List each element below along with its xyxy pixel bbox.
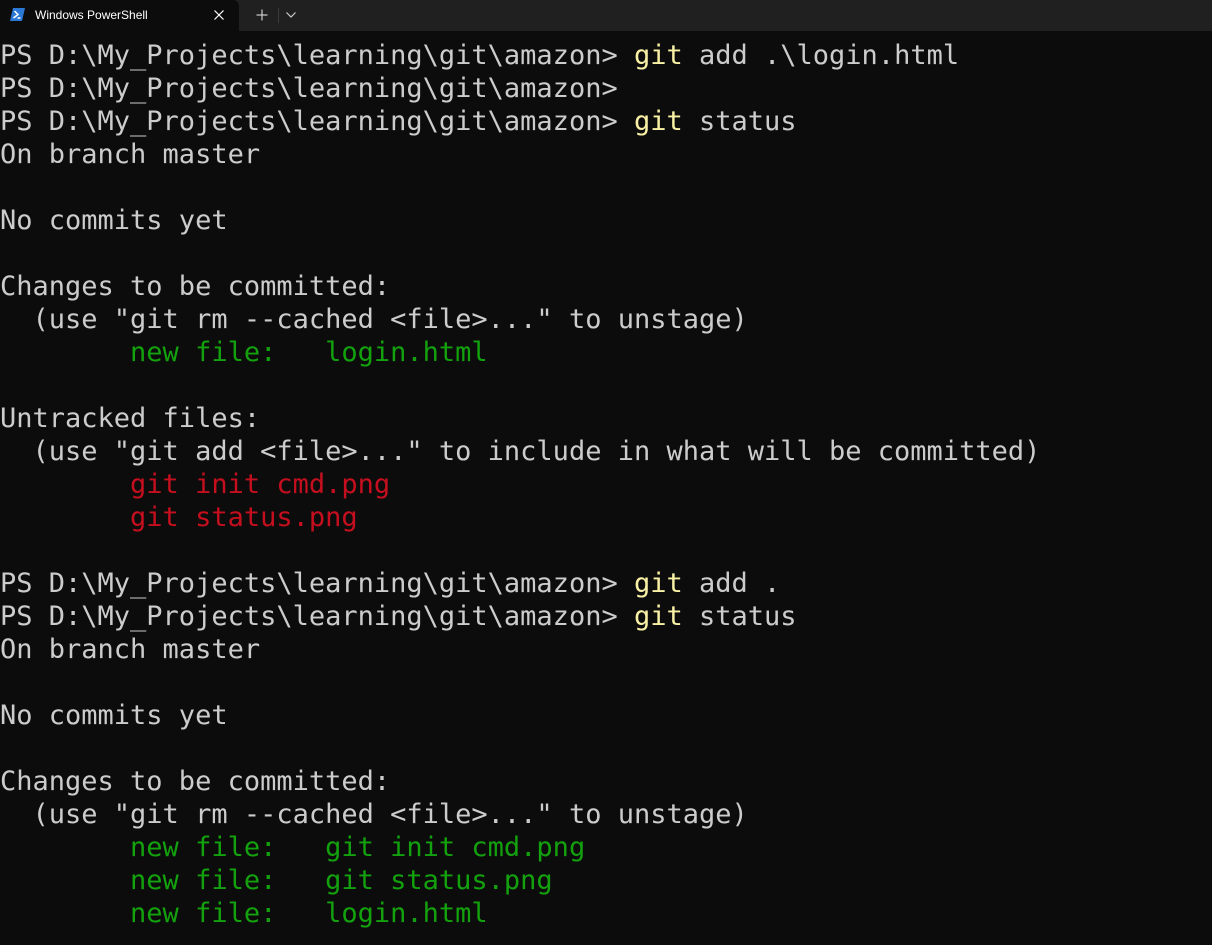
- output-line: (use "git rm --cached <file>..." to unst…: [0, 799, 748, 830]
- prompt-text: PS D:\My_Projects\learning\git\amazon>: [0, 568, 634, 599]
- prompt-line: PS D:\My_Projects\learning\git\amazon> g…: [0, 39, 1212, 72]
- terminal-window: Windows PowerShell PS D:\My_Projects\lea…: [0, 0, 1212, 945]
- prompt-text: PS D:\My_Projects\learning\git\amazon>: [0, 73, 618, 104]
- command-name: git: [633, 40, 683, 71]
- command-args: add .\login.html: [682, 40, 960, 71]
- command-name: git: [633, 106, 683, 137]
- command-args: status: [682, 106, 797, 137]
- tab-dropdown-button[interactable]: [281, 4, 301, 26]
- output-line: Untracked files:: [0, 403, 261, 434]
- output-line: Changes to be committed:: [0, 271, 391, 302]
- close-icon[interactable]: [208, 4, 230, 26]
- plus-icon: [256, 9, 268, 21]
- prompt-line: PS D:\My_Projects\learning\git\amazon>: [0, 72, 1212, 105]
- titlebar-divider: [278, 8, 279, 23]
- staged-file-line: new file: git status.png: [0, 865, 553, 896]
- staged-file-line: new file: git init cmd.png: [0, 832, 586, 863]
- output-line: On branch master: [0, 634, 261, 665]
- prompt-line: PS D:\My_Projects\learning\git\amazon> g…: [0, 600, 1212, 633]
- prompt-text: PS D:\My_Projects\learning\git\amazon>: [0, 601, 634, 632]
- tab-windows-powershell[interactable]: Windows PowerShell: [0, 0, 239, 31]
- tab-title: Windows PowerShell: [35, 8, 148, 22]
- prompt-line: PS D:\My_Projects\learning\git\amazon> g…: [0, 105, 1212, 138]
- chevron-down-icon: [286, 12, 296, 18]
- console-output[interactable]: PS D:\My_Projects\learning\git\amazon> g…: [0, 39, 1212, 930]
- command-args: add .: [682, 568, 781, 599]
- command-args: status: [682, 601, 797, 632]
- prompt-line: PS D:\My_Projects\learning\git\amazon> g…: [0, 567, 1212, 600]
- untracked-file-line: git status.png: [0, 502, 358, 533]
- prompt-text: PS D:\My_Projects\learning\git\amazon>: [0, 40, 634, 71]
- output-line: (use "git rm --cached <file>..." to unst…: [0, 304, 748, 335]
- output-line: On branch master: [0, 139, 261, 170]
- new-tab-button[interactable]: [250, 4, 274, 26]
- prompt-text: PS D:\My_Projects\learning\git\amazon>: [0, 106, 634, 137]
- title-bar: Windows PowerShell: [0, 0, 1212, 31]
- command-name: git: [633, 601, 683, 632]
- staged-file-line: new file: login.html: [0, 898, 488, 929]
- output-line: Changes to be committed:: [0, 766, 391, 797]
- output-line: No commits yet: [0, 205, 228, 236]
- staged-file-line: new file: login.html: [0, 337, 488, 368]
- powershell-icon: [10, 8, 25, 21]
- untracked-file-line: git init cmd.png: [0, 469, 391, 500]
- command-name: git: [633, 568, 683, 599]
- output-line: No commits yet: [0, 700, 228, 731]
- output-line: (use "git add <file>..." to include in w…: [0, 436, 1041, 467]
